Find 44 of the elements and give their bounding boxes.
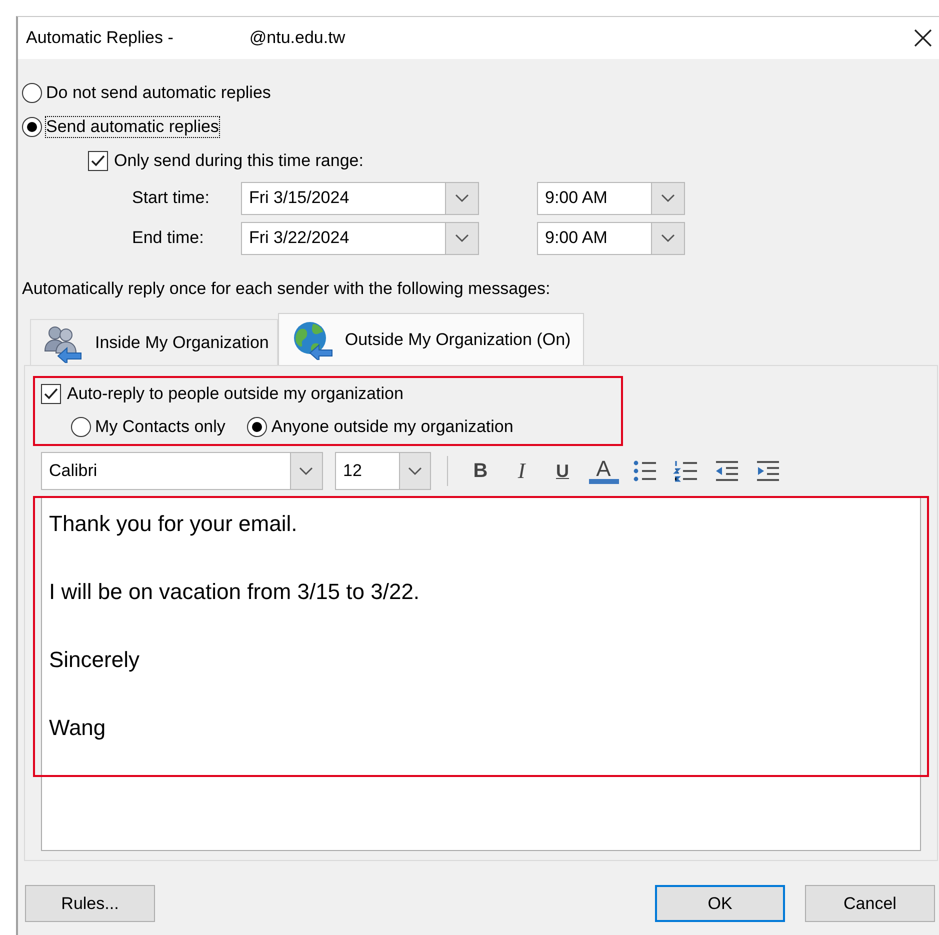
tab[interactable]: Outside My Organization (On) bbox=[278, 313, 584, 365]
caret-icon bbox=[299, 466, 314, 476]
message-paragraph: Thank you for your email. bbox=[49, 511, 298, 537]
font-color-button[interactable]: A bbox=[583, 454, 624, 488]
checkbox[interactable] bbox=[41, 384, 61, 404]
size-dropdown[interactable]: 12 bbox=[335, 452, 431, 490]
caret-icon bbox=[408, 466, 422, 476]
account-address: @ntu.edu.tw bbox=[249, 28, 346, 48]
radio-label[interactable]: Do not send automatic replies bbox=[46, 83, 271, 103]
caret-icon bbox=[661, 234, 676, 242]
bold-button[interactable]: B bbox=[460, 454, 501, 488]
date-dropdown[interactable]: Fri 3/22/2024 bbox=[241, 222, 479, 254]
font-dropdown[interactable]: Calibri bbox=[41, 452, 323, 490]
radio-button[interactable] bbox=[22, 117, 42, 137]
dialog-button[interactable]: Cancel bbox=[805, 885, 935, 922]
message-paragraph: Sincerely bbox=[49, 647, 140, 673]
message-paragraph: Wang bbox=[49, 715, 107, 741]
instruction-text: Automatically reply once for each sender with the following messages: bbox=[22, 279, 552, 300]
radio-label[interactable]: My Contacts only bbox=[95, 417, 226, 437]
dialog-button[interactable]: Rules... bbox=[25, 885, 155, 922]
checkbox-label[interactable]: Only send during this time range: bbox=[114, 151, 364, 171]
time-dropdown[interactable]: 9:00 AM bbox=[537, 222, 685, 254]
message-editor[interactable]: Thank you for your email. I will be on vacation from 3/15 to 3/22. Sincerely Wang bbox=[41, 496, 921, 851]
caret-icon bbox=[661, 194, 676, 202]
time-dropdown[interactable]: 9:00 AM bbox=[537, 182, 685, 214]
radio-button[interactable] bbox=[22, 83, 42, 103]
close-icon[interactable] bbox=[913, 28, 933, 48]
italic-button[interactable]: I bbox=[501, 454, 542, 488]
date-dropdown[interactable]: Fri 3/15/2024 bbox=[241, 182, 479, 214]
radio-label[interactable]: Send automatic replies bbox=[46, 117, 219, 137]
checkbox[interactable] bbox=[88, 151, 108, 171]
radio-button[interactable] bbox=[71, 417, 91, 437]
underline-button[interactable]: U bbox=[542, 454, 583, 488]
window-title: Automatic Replies - bbox=[26, 28, 174, 48]
field-label: Start time: bbox=[132, 188, 210, 208]
message-paragraph: I will be on vacation from 3/15 to 3/22. bbox=[49, 579, 421, 605]
radio-label[interactable]: Anyone outside my organization bbox=[271, 417, 514, 437]
dialog-button[interactable]: OK bbox=[655, 885, 785, 922]
field-label: End time: bbox=[132, 228, 205, 248]
caret-icon bbox=[455, 234, 470, 242]
checkbox-label[interactable]: Auto-reply to people outside my organization bbox=[67, 384, 404, 404]
radio-button[interactable] bbox=[247, 417, 268, 437]
caret-icon bbox=[455, 194, 470, 202]
tab[interactable]: Inside My Organization bbox=[30, 319, 278, 365]
